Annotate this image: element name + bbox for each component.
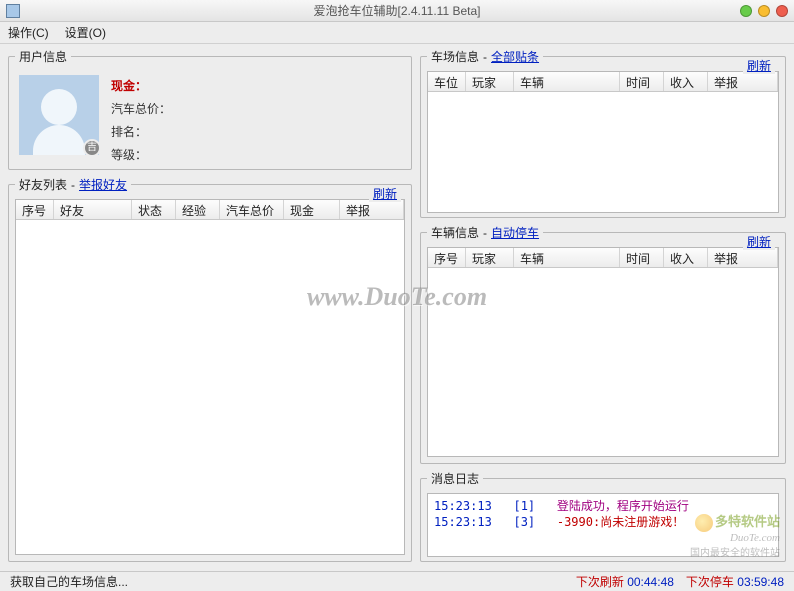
avatar-badge-icon: 吉 xyxy=(83,139,101,157)
minimize-button[interactable] xyxy=(740,5,752,17)
parking-info-legend: 车场信息 - 全部贴条 xyxy=(427,48,543,65)
next-refresh: 下次刷新 00:44:48 xyxy=(576,573,674,590)
friend-refresh-link[interactable]: 刷新 xyxy=(369,185,401,202)
maximize-button[interactable] xyxy=(758,5,770,17)
app-icon xyxy=(6,4,20,18)
log-panel: 消息日志 15:23:13 [1] 登陆成功，程序开始运行 15:23:13 [… xyxy=(420,470,786,562)
parking-refresh-link[interactable]: 刷新 xyxy=(743,57,775,74)
menu-settings[interactable]: 设置(O) xyxy=(65,24,106,41)
right-column: 车场信息 - 全部贴条 刷新 车位 玩家 车辆 时间 收入 举报 车辆信息 - xyxy=(420,48,786,568)
friend-list-legend: 好友列表 - 举报好友 xyxy=(15,176,131,193)
friend-table-header: 序号 好友 状态 经验 汽车总价 现金 举报 xyxy=(16,200,404,220)
log-line: 15:23:13 [3] -3990:尚未注册游戏！ xyxy=(434,514,772,530)
parking-table-header: 车位 玩家 车辆 时间 收入 举报 xyxy=(428,72,778,92)
rank-label: 排名： xyxy=(111,123,171,140)
window-title: 爱泡抢车位辅助[2.4.11.11 Beta] xyxy=(314,2,481,19)
user-info-panel: 用户信息 吉 现金： 汽车总价： 排名： 等级： xyxy=(8,48,412,170)
status-right: 下次刷新 00:44:48 下次停车 03:59:48 xyxy=(576,573,784,590)
statusbar: 获取自己的车场信息... 下次刷新 00:44:48 下次停车 03:59:48 xyxy=(0,571,794,591)
main-area: 用户信息 吉 现金： 汽车总价： 排名： 等级： 好友列表 - 举报 xyxy=(0,44,794,568)
vehicle-info-panel: 车辆信息 - 自动停车 刷新 序号 玩家 车辆 时间 收入 举报 xyxy=(420,224,786,464)
window-controls xyxy=(740,5,788,17)
log-body[interactable]: 15:23:13 [1] 登陆成功，程序开始运行 15:23:13 [3] -3… xyxy=(427,493,779,557)
report-friend-link[interactable]: 举报好友 xyxy=(79,176,127,193)
menu-operate[interactable]: 操作(C) xyxy=(8,24,49,41)
left-column: 用户信息 吉 现金： 汽车总价： 排名： 等级： 好友列表 - 举报 xyxy=(8,48,412,568)
vehicle-info-legend: 车辆信息 - 自动停车 xyxy=(427,224,543,241)
vehicle-table-header: 序号 玩家 车辆 时间 收入 举报 xyxy=(428,248,778,268)
parking-table[interactable]: 车位 玩家 车辆 时间 收入 举报 xyxy=(427,71,779,213)
car-total-label: 汽车总价： xyxy=(111,100,171,117)
next-park: 下次停车 03:59:48 xyxy=(686,573,784,590)
all-posts-link[interactable]: 全部贴条 xyxy=(491,48,539,65)
vehicle-refresh-link[interactable]: 刷新 xyxy=(743,233,775,250)
parking-info-panel: 车场信息 - 全部贴条 刷新 车位 玩家 车辆 时间 收入 举报 xyxy=(420,48,786,218)
level-label: 等级： xyxy=(111,146,171,163)
friend-list-panel: 好友列表 - 举报好友 刷新 序号 好友 状态 经验 汽车总价 现金 举报 xyxy=(8,176,412,562)
menubar: 操作(C) 设置(O) xyxy=(0,22,794,44)
log-line: 15:23:13 [1] 登陆成功，程序开始运行 xyxy=(434,498,772,514)
vehicle-table[interactable]: 序号 玩家 车辆 时间 收入 举报 xyxy=(427,247,779,457)
auto-park-link[interactable]: 自动停车 xyxy=(491,224,539,241)
titlebar: 爱泡抢车位辅助[2.4.11.11 Beta] xyxy=(0,0,794,22)
log-legend: 消息日志 xyxy=(427,470,483,487)
close-button[interactable] xyxy=(776,5,788,17)
avatar: 吉 xyxy=(19,75,99,155)
friend-table[interactable]: 序号 好友 状态 经验 汽车总价 现金 举报 xyxy=(15,199,405,555)
user-info-legend: 用户信息 xyxy=(15,48,71,65)
status-text: 获取自己的车场信息... xyxy=(10,573,128,590)
cash-label: 现金： xyxy=(111,79,147,93)
